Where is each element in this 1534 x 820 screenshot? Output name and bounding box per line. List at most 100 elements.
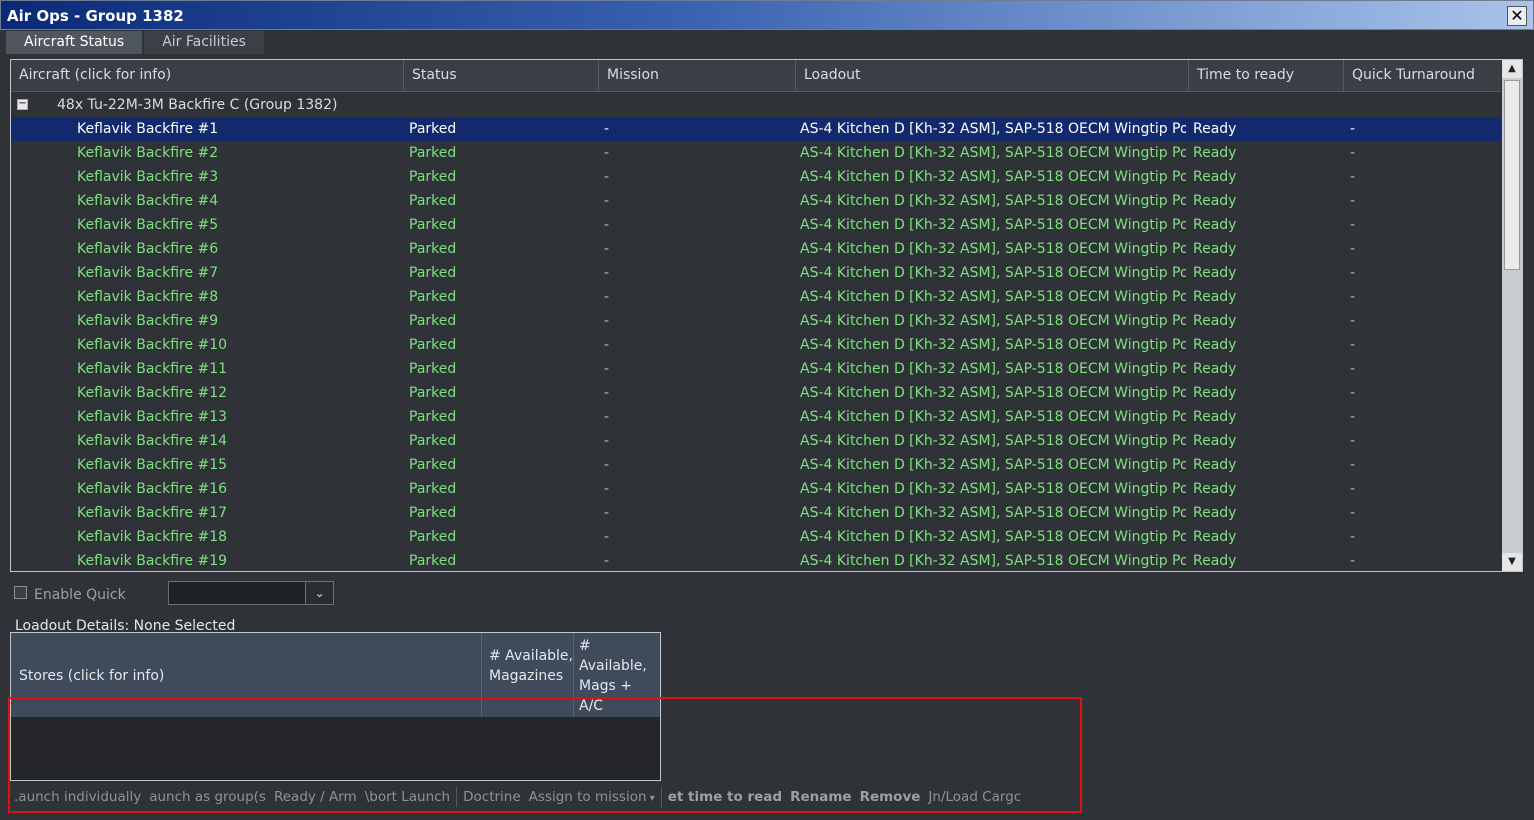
vertical-scrollbar[interactable]: ▲ ▼ (1502, 60, 1522, 571)
cell-name[interactable]: Keflavik Backfire #14 (77, 429, 397, 453)
cell-name[interactable]: Keflavik Backfire #10 (77, 333, 397, 357)
cell-status: Parked (409, 217, 457, 233)
collapse-icon[interactable]: − (17, 99, 28, 110)
cell-name[interactable]: Keflavik Backfire #3 (77, 165, 397, 189)
table-row[interactable]: Keflavik Backfire #6 Parked - AS-4 Kitchen … (11, 237, 1501, 261)
cell-ready: Ready (1193, 241, 1237, 257)
scroll-down-icon[interactable]: ▼ (1502, 553, 1522, 571)
cell-quick: - (1350, 433, 1356, 449)
chevron-down-icon[interactable]: ⌄ (305, 582, 333, 604)
group-row[interactable]: − 48x Tu-22M-3M Backfire C (Group 1382) (11, 93, 1501, 117)
cell-name[interactable]: Keflavik Backfire #7 (77, 261, 397, 285)
cell-name[interactable]: Keflavik Backfire #15 (77, 453, 397, 477)
cell-name[interactable]: Keflavik Backfire #4 (77, 189, 397, 213)
cell-status: Parked (409, 289, 457, 305)
col-status[interactable]: Status (404, 60, 599, 92)
grid-header: Aircraft (click for info) Status Mission… (11, 60, 1501, 92)
table-row[interactable]: Keflavik Backfire #5 Parked - AS-4 Kitchen … (11, 213, 1501, 237)
cell-loadout: AS-4 Kitchen D [Kh-32 ASM], SAP-518 OECM… (800, 409, 1186, 425)
cell-status: Parked (409, 481, 457, 497)
cell-name[interactable]: Keflavik Backfire #13 (77, 405, 397, 429)
cell-ready: Ready (1193, 481, 1237, 497)
table-row[interactable]: Keflavik Backfire #1 Parked - AS-4 Kitchen … (11, 117, 1501, 141)
table-row[interactable]: Keflavik Backfire #10 Parked - AS-4 Kitchen… (11, 333, 1501, 357)
quick-turnaround-dropdown[interactable]: ⌄ (168, 581, 334, 605)
col-aircraft[interactable]: Aircraft (click for info) (11, 60, 404, 92)
col-loadout[interactable]: Loadout (796, 60, 1189, 92)
cell-mission: - (604, 361, 610, 377)
cell-ready: Ready (1193, 337, 1237, 353)
table-row[interactable]: Keflavik Backfire #8 Parked - AS-4 Kitchen … (11, 285, 1501, 309)
cell-ready: Ready (1193, 289, 1237, 305)
table-row[interactable]: Keflavik Backfire #15 Parked - AS-4 Kitchen… (11, 453, 1501, 477)
cell-name[interactable]: Keflavik Backfire #12 (77, 381, 397, 405)
scroll-thumb[interactable] (1504, 80, 1520, 270)
cell-quick: - (1350, 409, 1356, 425)
cell-name[interactable]: Keflavik Backfire #16 (77, 477, 397, 501)
table-row[interactable]: Keflavik Backfire #9 Parked - AS-4 Kitchen … (11, 309, 1501, 333)
cell-ready: Ready (1193, 145, 1237, 161)
table-row[interactable]: Keflavik Backfire #16 Parked - AS-4 Kitchen… (11, 477, 1501, 501)
table-row[interactable]: Keflavik Backfire #7 Parked - AS-4 Kitchen … (11, 261, 1501, 285)
cell-quick: - (1350, 553, 1356, 569)
cell-mission: - (604, 121, 610, 137)
table-row[interactable]: Keflavik Backfire #19 Parked - AS-4 Kitchen… (11, 549, 1501, 571)
cell-loadout: AS-4 Kitchen D [Kh-32 ASM], SAP-518 OECM… (800, 361, 1186, 377)
cell-name[interactable]: Keflavik Backfire #17 (77, 501, 397, 525)
cell-ready: Ready (1193, 217, 1237, 233)
cell-name[interactable]: Keflavik Backfire #19 (77, 549, 397, 571)
cell-ready: Ready (1193, 409, 1237, 425)
table-row[interactable]: Keflavik Backfire #4 Parked - AS-4 Kitchen … (11, 189, 1501, 213)
table-row[interactable]: Keflavik Backfire #3 Parked - AS-4 Kitchen … (11, 165, 1501, 189)
cell-name[interactable]: Keflavik Backfire #5 (77, 213, 397, 237)
close-button[interactable]: ✕ (1507, 6, 1527, 26)
table-row[interactable]: Keflavik Backfire #12 Parked - AS-4 Kitchen… (11, 381, 1501, 405)
cell-ready: Ready (1193, 193, 1237, 209)
cell-status: Parked (409, 433, 457, 449)
cell-loadout: AS-4 Kitchen D [Kh-32 ASM], SAP-518 OECM… (800, 481, 1186, 497)
cell-quick: - (1350, 529, 1356, 545)
cell-mission: - (604, 433, 610, 449)
cell-mission: - (604, 145, 610, 161)
tab-air-facilities[interactable]: Air Facilities (144, 31, 264, 54)
cell-name[interactable]: Keflavik Backfire #11 (77, 357, 397, 381)
cell-name[interactable]: Keflavik Backfire #2 (77, 141, 397, 165)
cell-quick: - (1350, 241, 1356, 257)
cell-quick: - (1350, 313, 1356, 329)
cell-status: Parked (409, 169, 457, 185)
enable-quick-label: Enable Quick (34, 587, 126, 603)
table-row[interactable]: Keflavik Backfire #14 Parked - AS-4 Kitchen… (11, 429, 1501, 453)
col-quick-turnaround[interactable]: Quick Turnaround (1344, 60, 1501, 92)
cell-ready: Ready (1193, 169, 1237, 185)
cell-name[interactable]: Keflavik Backfire #1 (77, 117, 397, 141)
cell-mission: - (604, 193, 610, 209)
cell-name[interactable]: Keflavik Backfire #6 (77, 237, 397, 261)
table-row[interactable]: Keflavik Backfire #2 Parked - AS-4 Kitchen … (11, 141, 1501, 165)
cell-ready: Ready (1193, 553, 1237, 569)
cell-status: Parked (409, 193, 457, 209)
cell-mission: - (604, 313, 610, 329)
table-row[interactable]: Keflavik Backfire #17 Parked - AS-4 Kitchen… (11, 501, 1501, 525)
cell-ready: Ready (1193, 313, 1237, 329)
cell-status: Parked (409, 361, 457, 377)
window-title: Air Ops - Group 1382 (7, 7, 184, 25)
tab-aircraft-status[interactable]: Aircraft Status (6, 31, 143, 54)
cell-name[interactable]: Keflavik Backfire #8 (77, 285, 397, 309)
cell-quick: - (1350, 289, 1356, 305)
cell-ready: Ready (1193, 361, 1237, 377)
table-row[interactable]: Keflavik Backfire #13 Parked - AS-4 Kitchen… (11, 405, 1501, 429)
cell-mission: - (604, 289, 610, 305)
table-row[interactable]: Keflavik Backfire #11 Parked - AS-4 Kitchen… (11, 357, 1501, 381)
cell-name[interactable]: Keflavik Backfire #9 (77, 309, 397, 333)
cell-status: Parked (409, 145, 457, 161)
scroll-up-icon[interactable]: ▲ (1502, 60, 1522, 78)
col-mission[interactable]: Mission (599, 60, 796, 92)
cell-name[interactable]: Keflavik Backfire #18 (77, 525, 397, 549)
enable-quick-checkbox[interactable] (14, 586, 27, 599)
cell-quick: - (1350, 361, 1356, 377)
cell-loadout: AS-4 Kitchen D [Kh-32 ASM], SAP-518 OECM… (800, 169, 1186, 185)
cell-loadout: AS-4 Kitchen D [Kh-32 ASM], SAP-518 OECM… (800, 505, 1186, 521)
table-row[interactable]: Keflavik Backfire #18 Parked - AS-4 Kitchen… (11, 525, 1501, 549)
col-time-to-ready[interactable]: Time to ready (1189, 60, 1344, 92)
cell-status: Parked (409, 505, 457, 521)
